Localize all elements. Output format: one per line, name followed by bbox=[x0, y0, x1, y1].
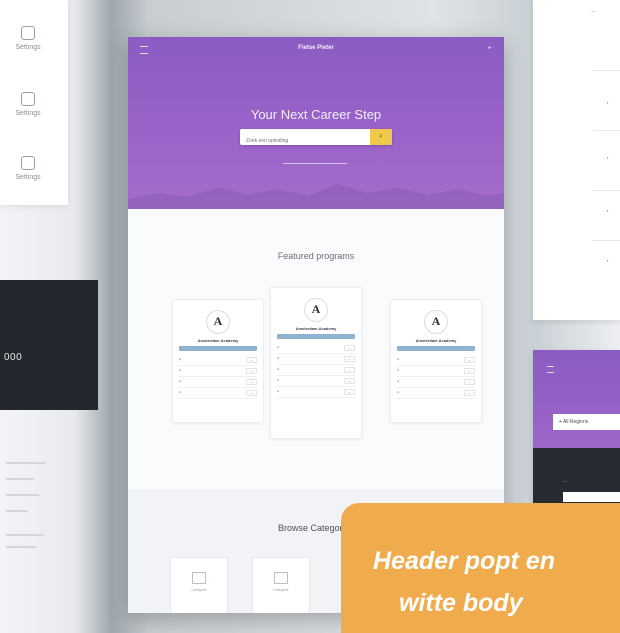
gear-icon bbox=[21, 156, 35, 170]
program-name: Amsterdam Academy bbox=[415, 338, 457, 343]
program-name: Amsterdam Academy bbox=[197, 338, 239, 343]
category-label: Categorie bbox=[191, 588, 207, 592]
right-detail-panel: — ▪ ▪ ▪ ▪ bbox=[533, 0, 620, 320]
program-card[interactable]: Amsterdam Academy ●— ●— ●— ●— ●— bbox=[270, 287, 362, 439]
region-select-value: All Regions bbox=[562, 419, 589, 425]
program-detail-row: ● — bbox=[397, 388, 475, 399]
caption-overlay: Header popt en witte body bbox=[341, 503, 620, 633]
program-logo bbox=[424, 310, 448, 334]
category-tile[interactable]: Categorie bbox=[252, 557, 310, 613]
settings-item-label: Settings bbox=[15, 110, 41, 117]
user-icon[interactable]: ● ◦ bbox=[488, 45, 494, 51]
mobile-header: ⌖ All Regions bbox=[533, 350, 620, 448]
text-line bbox=[6, 534, 44, 536]
hero-subline bbox=[283, 163, 347, 164]
program-detail-row: ● — bbox=[179, 377, 257, 388]
category-icon bbox=[274, 572, 288, 584]
text-line bbox=[6, 546, 36, 548]
gear-icon bbox=[21, 26, 35, 40]
gear-icon bbox=[21, 92, 35, 106]
mountains-decoration bbox=[128, 184, 504, 209]
program-detail-row: ● — bbox=[397, 377, 475, 388]
filter-select[interactable] bbox=[563, 492, 620, 502]
hero-header: Fietse Pieter ● ◦ Your Next Career Step … bbox=[128, 37, 504, 209]
site-logo[interactable]: Fietse Pieter bbox=[128, 45, 504, 51]
settings-item-2[interactable]: Settings bbox=[14, 92, 42, 117]
filter-label: — bbox=[563, 478, 567, 483]
program-detail-row: ● — bbox=[397, 366, 475, 377]
settings-item-label: Settings bbox=[15, 44, 41, 51]
hamburger-icon[interactable] bbox=[547, 366, 554, 373]
settings-item-label: Settings bbox=[15, 174, 41, 181]
settings-item-3[interactable]: Settings bbox=[14, 156, 42, 181]
text-line bbox=[6, 510, 28, 512]
text-line bbox=[6, 462, 46, 464]
panel-text: ▪ bbox=[607, 155, 609, 160]
program-band bbox=[277, 334, 355, 339]
category-label: Categorie bbox=[273, 588, 289, 592]
program-detail-row: ● — bbox=[179, 388, 257, 399]
divider bbox=[593, 70, 620, 71]
divider bbox=[593, 240, 620, 241]
left-dark-panel: 000 bbox=[0, 280, 98, 410]
text-line bbox=[6, 478, 34, 480]
divider bbox=[593, 190, 620, 191]
program-logo bbox=[304, 298, 328, 322]
search-bar: ⌕ bbox=[240, 129, 392, 149]
search-input[interactable] bbox=[240, 133, 364, 149]
program-card[interactable]: Amsterdam Academy ●— ●— ●— ●— bbox=[172, 299, 264, 423]
panel-text: ▪ bbox=[607, 208, 609, 213]
caption-line-2: witte body bbox=[399, 589, 523, 617]
category-tile[interactable]: Categorie bbox=[170, 557, 228, 613]
program-band bbox=[179, 346, 257, 351]
program-logo bbox=[206, 310, 230, 334]
settings-item-1[interactable]: Settings bbox=[14, 26, 42, 51]
program-detail-row: ● — bbox=[277, 376, 355, 387]
program-detail-row: ● — bbox=[179, 355, 257, 366]
hero-title: Your Next Career Step bbox=[250, 107, 382, 122]
program-detail-row: ● — bbox=[397, 355, 475, 366]
panel-text: ▪ bbox=[607, 100, 609, 105]
program-band bbox=[397, 346, 475, 351]
program-detail-row: ● — bbox=[277, 343, 355, 354]
program-name: Amsterdam Academy bbox=[295, 326, 337, 331]
dark-panel-number: 000 bbox=[4, 352, 23, 363]
search-icon: ⌕ bbox=[379, 133, 383, 140]
program-detail-row: ● — bbox=[277, 365, 355, 376]
search-button[interactable]: ⌕ bbox=[370, 129, 392, 145]
program-detail-row: ● — bbox=[277, 387, 355, 398]
panel-header: — bbox=[591, 8, 595, 13]
caption-line-1: Header popt en bbox=[373, 547, 555, 575]
program-detail-row: ● — bbox=[179, 366, 257, 377]
category-icon bbox=[192, 572, 206, 584]
left-settings-panel: Settings Settings Settings bbox=[0, 0, 68, 205]
featured-title: Featured programs bbox=[277, 251, 355, 261]
panel-text: ▪ bbox=[607, 258, 609, 263]
divider bbox=[593, 130, 620, 131]
region-select[interactable]: ⌖ All Regions bbox=[553, 414, 620, 430]
text-line bbox=[6, 494, 40, 496]
program-detail-row: ● — bbox=[277, 354, 355, 365]
program-card[interactable]: Amsterdam Academy ●— ●— ●— ●— bbox=[390, 299, 482, 423]
